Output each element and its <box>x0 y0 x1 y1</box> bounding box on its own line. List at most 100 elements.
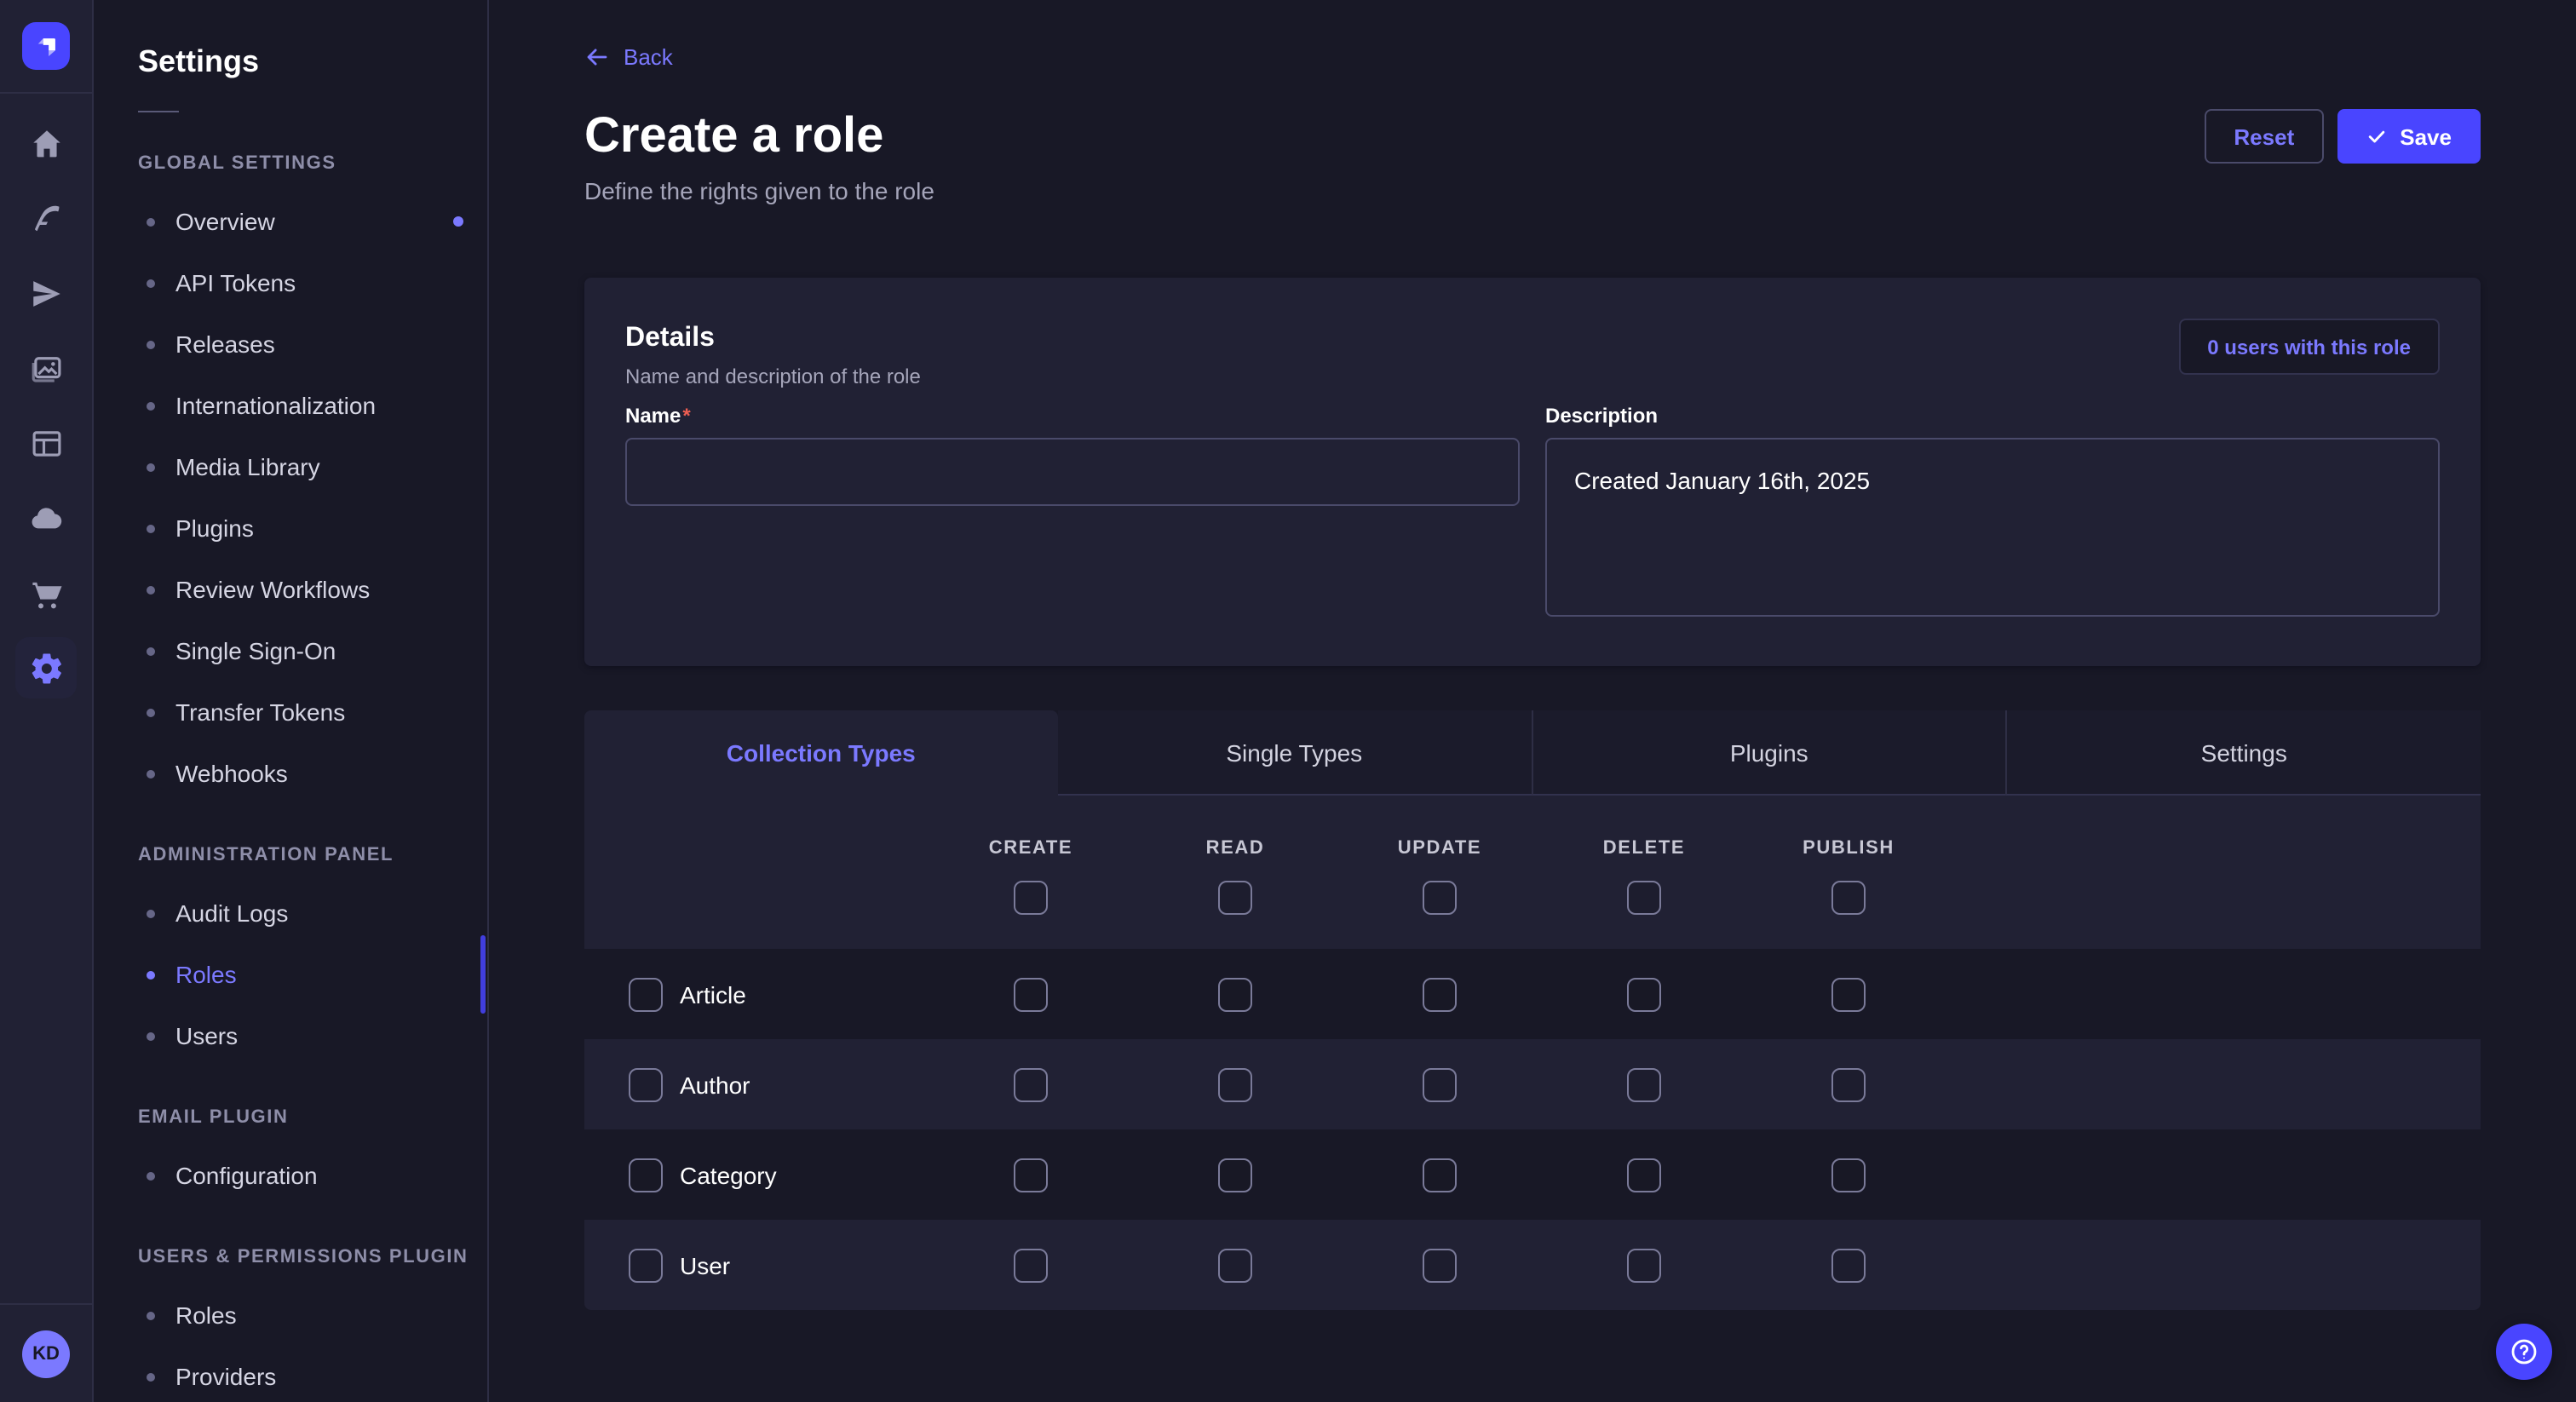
details-subtitle: Name and description of the role <box>625 363 921 390</box>
bullet-icon <box>147 279 155 287</box>
reset-button[interactable]: Reset <box>2205 109 2323 164</box>
select-all-publish-checkbox[interactable] <box>1831 881 1866 915</box>
row-select-checkbox[interactable] <box>629 1158 663 1192</box>
subnav-item-users[interactable]: Users <box>94 1005 487 1066</box>
subnav-item-up-roles[interactable]: Roles <box>94 1284 487 1346</box>
category-read-checkbox[interactable] <box>1218 1158 1252 1192</box>
main-content: Back Create a role Reset Save Define the… <box>489 0 2576 1402</box>
description-textarea[interactable]: Created January 16th, 2025 <box>1545 438 2440 617</box>
user-create-checkbox[interactable] <box>1014 1248 1048 1282</box>
subnav-item-audit-logs[interactable]: Audit Logs <box>94 882 487 944</box>
user-update-checkbox[interactable] <box>1423 1248 1457 1282</box>
author-update-checkbox[interactable] <box>1423 1067 1457 1101</box>
category-publish-checkbox[interactable] <box>1831 1158 1866 1192</box>
subnav-item-api-tokens[interactable]: API Tokens <box>94 252 487 313</box>
required-asterisk: * <box>682 404 690 428</box>
row-select-checkbox[interactable] <box>629 1248 663 1282</box>
subnav-scrollbar-thumb[interactable] <box>480 935 486 1014</box>
bullet-icon <box>147 909 155 917</box>
subnav-item-webhooks[interactable]: Webhooks <box>94 743 487 804</box>
author-create-checkbox[interactable] <box>1014 1067 1048 1101</box>
table-row-author: Author <box>584 1039 2481 1129</box>
subnav-item-roles-active[interactable]: Roles <box>94 944 487 1005</box>
row-select-checkbox[interactable] <box>629 1067 663 1101</box>
save-button[interactable]: Save <box>2337 109 2481 164</box>
description-field-group: Description Created January 16th, 2025 <box>1545 404 2440 625</box>
bullet-icon <box>147 1031 155 1040</box>
subnav-item-overview[interactable]: Overview <box>94 191 487 252</box>
bullet-icon <box>147 585 155 594</box>
select-all-update-checkbox[interactable] <box>1423 881 1457 915</box>
help-button[interactable] <box>2496 1324 2552 1380</box>
article-create-checkbox[interactable] <box>1014 977 1048 1011</box>
table-row-category: Category <box>584 1129 2481 1220</box>
bullet-icon <box>147 217 155 226</box>
bullet-icon <box>147 646 155 655</box>
details-title: Details <box>625 319 921 359</box>
name-label: Name* <box>625 404 1520 431</box>
strapi-logo[interactable] <box>22 22 70 70</box>
author-read-checkbox[interactable] <box>1218 1067 1252 1101</box>
notification-dot-icon <box>453 216 463 227</box>
table-row-user: User <box>584 1220 2481 1310</box>
description-label: Description <box>1545 404 2440 431</box>
back-link[interactable]: Back <box>584 44 673 70</box>
media-library-icon[interactable] <box>0 334 94 402</box>
article-delete-checkbox[interactable] <box>1627 977 1661 1011</box>
name-field-group: Name* <box>625 404 1520 625</box>
column-delete: DELETE <box>1542 836 1746 915</box>
users-with-role-button[interactable]: 0 users with this role <box>2178 319 2440 375</box>
home-icon[interactable] <box>0 109 94 177</box>
tab-single-types[interactable]: Single Types <box>1058 710 1532 796</box>
bullet-icon <box>147 970 155 979</box>
check-icon <box>2366 126 2386 147</box>
user-delete-checkbox[interactable] <box>1627 1248 1661 1282</box>
feather-icon[interactable] <box>0 184 94 252</box>
permissions-table-header: CREATE READ UPDATE DELETE PUBLISH <box>584 796 2481 949</box>
article-publish-checkbox[interactable] <box>1831 977 1866 1011</box>
send-icon[interactable] <box>0 259 94 327</box>
bullet-icon <box>147 1171 155 1180</box>
name-input[interactable] <box>625 438 1520 506</box>
subnav-item-single-sign-on[interactable]: Single Sign-On <box>94 620 487 681</box>
table-row-article: Article <box>584 949 2481 1039</box>
page-title: Create a role <box>584 106 883 167</box>
article-read-checkbox[interactable] <box>1218 977 1252 1011</box>
gear-icon[interactable] <box>15 637 77 698</box>
user-publish-checkbox[interactable] <box>1831 1248 1866 1282</box>
category-update-checkbox[interactable] <box>1423 1158 1457 1192</box>
title-divider <box>138 111 179 112</box>
subnav-item-releases[interactable]: Releases <box>94 313 487 375</box>
user-read-checkbox[interactable] <box>1218 1248 1252 1282</box>
select-all-create-checkbox[interactable] <box>1014 881 1048 915</box>
tab-collection-types[interactable]: Collection Types <box>584 710 1058 796</box>
select-all-read-checkbox[interactable] <box>1218 881 1252 915</box>
user-avatar[interactable]: KD <box>22 1330 70 1378</box>
select-all-delete-checkbox[interactable] <box>1627 881 1661 915</box>
row-select-checkbox[interactable] <box>629 977 663 1011</box>
subnav-item-internationalization[interactable]: Internationalization <box>94 375 487 436</box>
section-label-global-settings: GLOBAL SETTINGS <box>94 153 487 177</box>
subnav-item-review-workflows[interactable]: Review Workflows <box>94 559 487 620</box>
subnav-item-plugins[interactable]: Plugins <box>94 497 487 559</box>
category-delete-checkbox[interactable] <box>1627 1158 1661 1192</box>
author-publish-checkbox[interactable] <box>1831 1067 1866 1101</box>
details-fields: Name* Description Created January 16th, … <box>625 404 2440 625</box>
tab-plugins[interactable]: Plugins <box>1531 710 2006 796</box>
category-create-checkbox[interactable] <box>1014 1158 1048 1192</box>
section-label-users-permissions-plugin: USERS & PERMISSIONS PLUGIN <box>94 1247 487 1271</box>
author-delete-checkbox[interactable] <box>1627 1067 1661 1101</box>
rail-divider <box>0 92 92 94</box>
cart-icon[interactable] <box>0 559 94 627</box>
subnav-item-media-library[interactable]: Media Library <box>94 436 487 497</box>
cloud-icon[interactable] <box>0 484 94 552</box>
layout-icon[interactable] <box>0 409 94 477</box>
subnav-item-transfer-tokens[interactable]: Transfer Tokens <box>94 681 487 743</box>
article-update-checkbox[interactable] <box>1423 977 1457 1011</box>
subnav-item-up-providers[interactable]: Providers <box>94 1346 487 1402</box>
permissions-tabs: Collection Types Single Types Plugins Se… <box>584 710 2481 796</box>
bullet-icon <box>147 463 155 471</box>
tab-settings[interactable]: Settings <box>2006 710 2481 796</box>
page-subtitle: Define the rights given to the role <box>584 174 2481 208</box>
subnav-item-configuration[interactable]: Configuration <box>94 1145 487 1206</box>
